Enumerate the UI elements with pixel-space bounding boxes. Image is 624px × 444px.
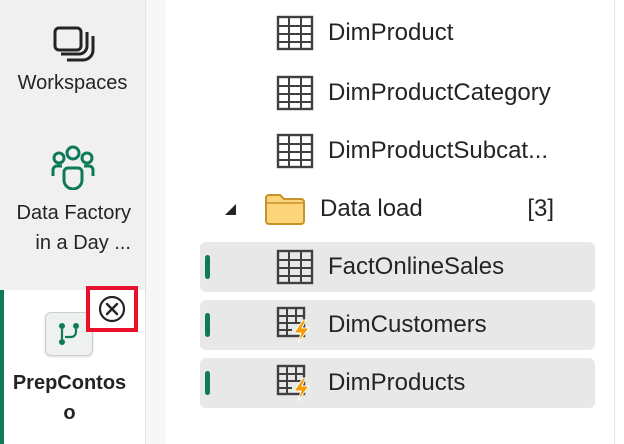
active-indicator: [0, 290, 4, 444]
workspaces-label: Workspaces: [17, 72, 128, 94]
close-circle-icon: [98, 295, 126, 323]
row-indicator: [205, 255, 210, 279]
branch-icon: [59, 323, 79, 345]
row-indicator: [205, 371, 210, 395]
prepcontoso-label: PrepContos o: [12, 372, 127, 424]
people-group-icon: [51, 145, 94, 190]
query-label: DimCustomers: [328, 311, 487, 338]
data-factory-label-line2: in a Day ...: [35, 232, 131, 254]
folder-count: [3]: [527, 195, 554, 222]
tree-item-label: DimProduct: [328, 19, 454, 46]
query-row-factonlinesales[interactable]: FactOnlineSales: [200, 242, 595, 292]
tree-item-label: DimProductSubcat...: [328, 137, 549, 164]
collapse-triangle-icon[interactable]: [222, 201, 238, 217]
row-indicator: [205, 313, 210, 337]
table-lightning-icon: [276, 306, 310, 344]
query-row-dimcustomers[interactable]: DimCustomers: [200, 300, 595, 350]
tree-item-label: DimProductCategory: [328, 79, 551, 106]
folder-icon: [265, 194, 305, 225]
left-rail: Workspaces Data Factory in a Day ... Pre…: [0, 0, 145, 444]
folder-data-load[interactable]: Data load [3]: [222, 184, 594, 234]
workspaces-icon: [53, 26, 94, 62]
table-icon: [276, 133, 314, 169]
table-icon: [276, 249, 314, 285]
tree-item-dimproduct[interactable]: DimProduct: [276, 8, 453, 58]
query-label: DimProducts: [328, 369, 466, 396]
workspaces-nav-item[interactable]: Workspaces: [0, 24, 145, 98]
panel-right-edge: [614, 0, 624, 444]
tree-item-dimproductcategory[interactable]: DimProductCategory: [276, 68, 551, 118]
query-row-dimproducts[interactable]: DimProducts: [200, 358, 595, 408]
tree-item-dimproductsubcategory[interactable]: DimProductSubcat...: [276, 126, 548, 176]
table-lightning-icon: [276, 364, 310, 402]
table-icon: [276, 15, 314, 51]
data-factory-label-line1: Data Factory: [16, 202, 131, 224]
data-factory-nav-item[interactable]: Data Factory in a Day ...: [0, 142, 145, 258]
rail-divider: [145, 0, 166, 444]
table-icon: [276, 75, 314, 111]
folder-label: Data load: [320, 195, 423, 222]
close-button[interactable]: [86, 286, 138, 332]
query-label: FactOnlineSales: [328, 253, 505, 280]
